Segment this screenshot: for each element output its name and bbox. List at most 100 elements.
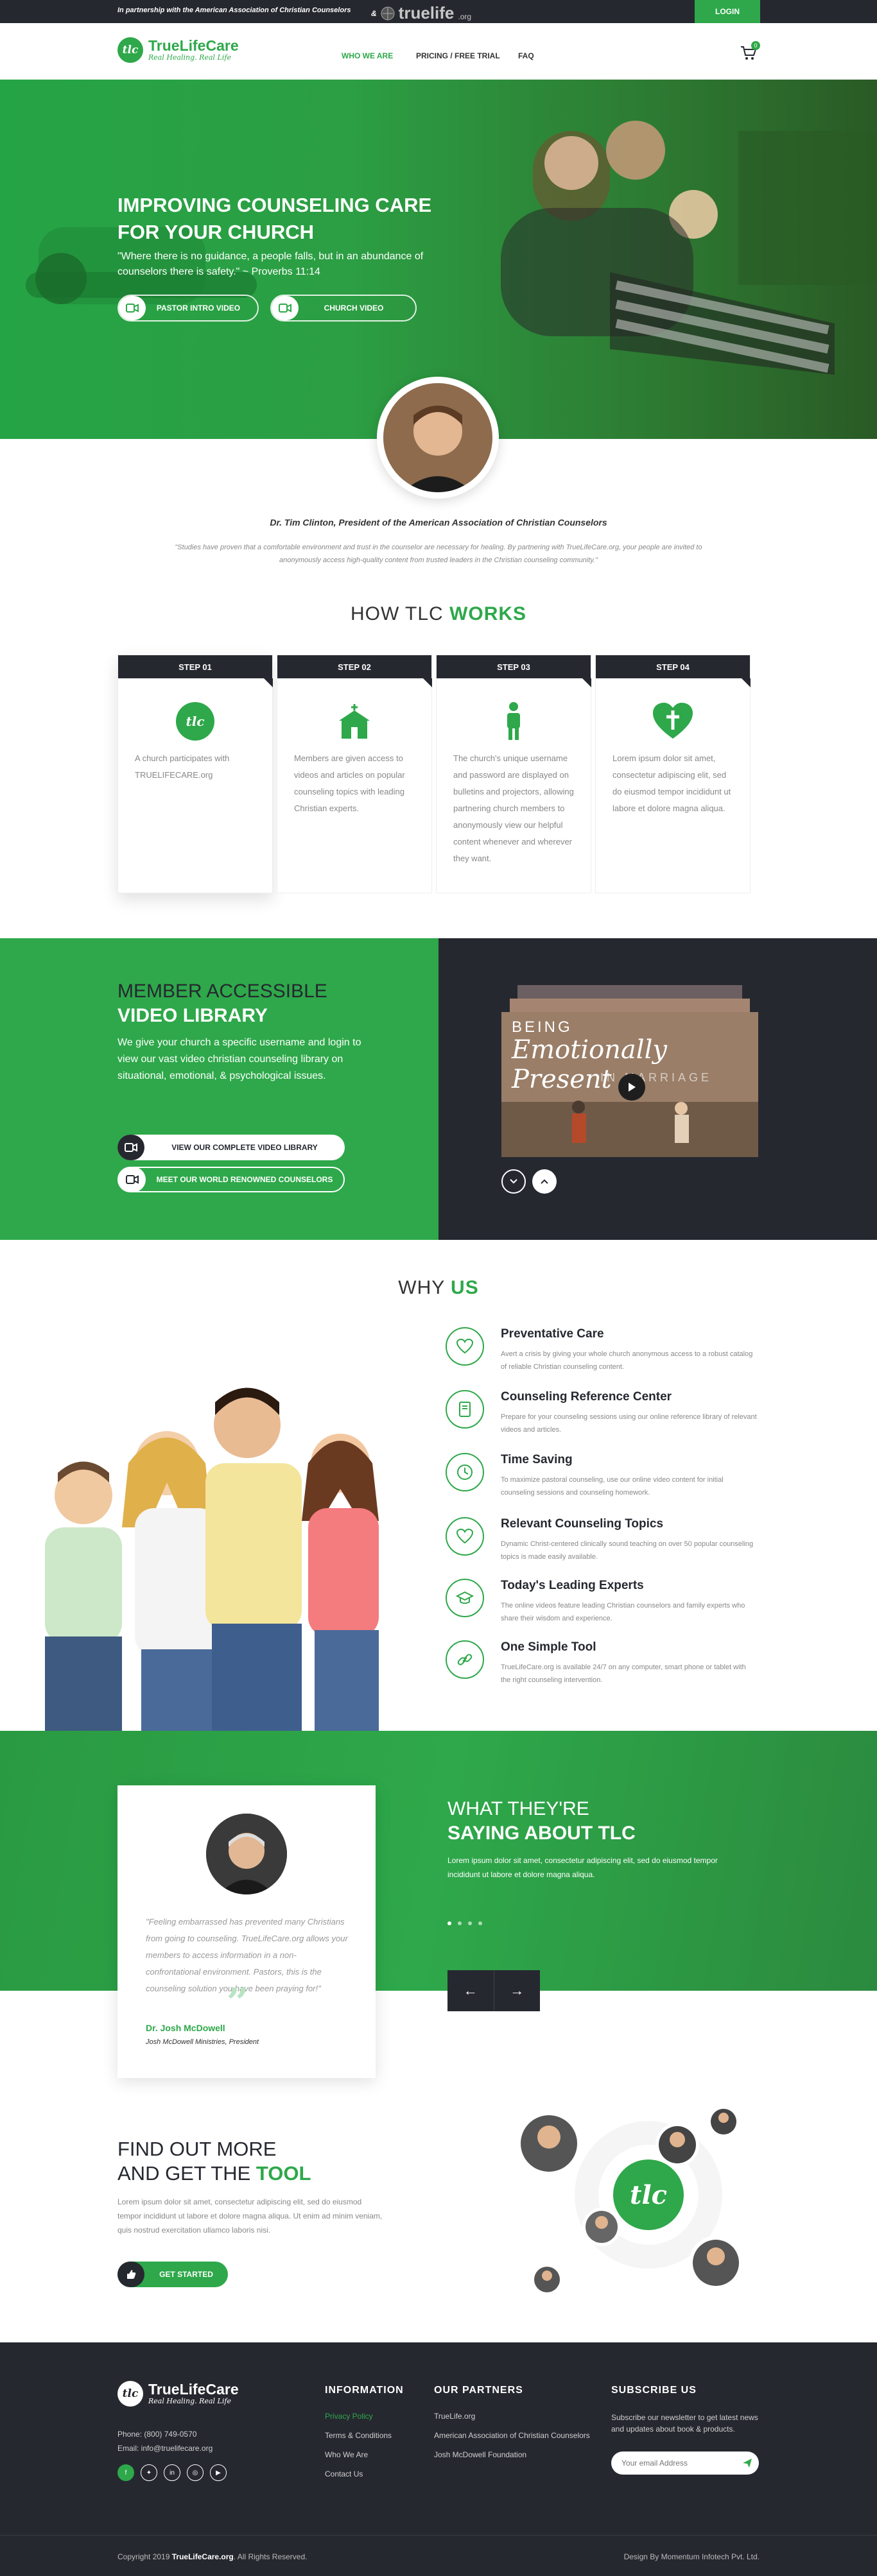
fom-title-b: AND GET THE bbox=[117, 2162, 256, 2185]
design-credit: Design By Momentum Infotech Pvt. Ltd. bbox=[623, 2552, 760, 2561]
footer-link-terms[interactable]: Terms & Conditions bbox=[325, 2431, 392, 2440]
footer-brand-logo[interactable]: tlc TrueLifeCare Real Healing. Real Life bbox=[117, 2381, 239, 2407]
newsletter-email-input[interactable] bbox=[621, 2459, 724, 2468]
how-title-accent: WORKS bbox=[449, 603, 527, 624]
brand-name: TrueLifeCare bbox=[148, 37, 239, 54]
thumbs-up-icon bbox=[117, 2262, 144, 2287]
truelife-logo-suffix: .org bbox=[458, 12, 472, 21]
link-icon bbox=[446, 1640, 484, 1679]
play-icon[interactable] bbox=[618, 1074, 645, 1101]
footer-information-title: INFORMATION bbox=[325, 2385, 404, 2396]
video-title-line3: IN MARRIAGE bbox=[600, 1071, 713, 1084]
graduation-cap-icon bbox=[446, 1579, 484, 1617]
intro-quote-text: "Studies have proven that a comfortable … bbox=[175, 544, 702, 564]
cart-button[interactable]: 0 bbox=[740, 41, 760, 63]
tlc-center-badge: tlc bbox=[630, 2180, 667, 2210]
why-item-text: To maximize pastoral counseling, use our… bbox=[501, 1476, 724, 1497]
footer-link-privacy[interactable]: Privacy Policy bbox=[325, 2412, 373, 2421]
nav-faq[interactable]: FAQ bbox=[518, 51, 534, 60]
footer-partner-mcdowell[interactable]: Josh McDowell Foundation bbox=[434, 2450, 526, 2459]
hero-title-line2: FOR YOUR CHURCH bbox=[117, 221, 314, 243]
why-item-title: Preventative Care bbox=[501, 1327, 604, 1341]
pagination-dot[interactable] bbox=[458, 1921, 462, 1925]
pagination-dot[interactable] bbox=[447, 1921, 451, 1925]
copyright-text-a: Copyright 2019 bbox=[117, 2552, 172, 2561]
step-label: STEP 04 bbox=[596, 655, 751, 687]
footer-link-contact[interactable]: Contact Us bbox=[325, 2469, 363, 2478]
church-icon bbox=[332, 699, 377, 744]
meet-counselors-button[interactable]: MEET OUR WORLD RENOWNED COUNSELORS bbox=[117, 1167, 345, 1192]
login-button[interactable]: LOGIN bbox=[695, 0, 760, 23]
step-card-1: STEP 01 tlc A church participates with T… bbox=[117, 655, 273, 893]
tlc-badge-icon: tlc bbox=[173, 699, 218, 744]
copyright-text: Copyright 2019 TrueLifeCare.org. All Rig… bbox=[117, 2552, 307, 2561]
tlc-badge-icon: tlc bbox=[117, 2381, 143, 2407]
why-item-text: TrueLifeCare.org is available 24/7 on an… bbox=[501, 1663, 746, 1684]
find-out-more-text: Lorem ipsum dolor sit amet, consectetur … bbox=[117, 2197, 383, 2235]
youtube-icon[interactable]: ▶ bbox=[210, 2464, 227, 2481]
video-next-button[interactable] bbox=[532, 1169, 557, 1194]
video-library-section: MEMBER ACCESSIBLE VIDEO LIBRARY We give y… bbox=[0, 938, 438, 1240]
why-item-title: Counseling Reference Center bbox=[501, 1390, 672, 1404]
video-library-title: MEMBER ACCESSIBLE VIDEO LIBRARY bbox=[117, 979, 327, 1028]
testimonial-pagination bbox=[447, 1921, 482, 1925]
footer-link-who-we-are[interactable]: Who We Are bbox=[325, 2450, 368, 2459]
testimonials-title-b: SAYING ABOUT TLC bbox=[447, 1823, 636, 1844]
arrow-right-icon[interactable]: → bbox=[494, 1970, 541, 2011]
pagination-dot[interactable] bbox=[468, 1921, 472, 1925]
hero-title-line1: IMPROVING COUNSELING CARE bbox=[117, 194, 432, 216]
church-video-label: CHURCH VIDEO bbox=[324, 304, 384, 313]
twitter-icon[interactable]: ✦ bbox=[141, 2464, 157, 2481]
testimonial-arrows: ← → bbox=[447, 1970, 540, 2011]
testimonial-card: "Feeling embarrassed has prevented many … bbox=[117, 1785, 376, 2078]
instagram-icon[interactable]: ◎ bbox=[187, 2464, 204, 2481]
footer-brand-tagline: Real Healing. Real Life bbox=[148, 2397, 231, 2405]
send-icon[interactable] bbox=[736, 2451, 759, 2475]
cart-count-badge: 0 bbox=[751, 41, 760, 50]
step-text: The church's unique username and passwor… bbox=[453, 753, 574, 863]
how-tlc-works-title: HOW TLC WORKS bbox=[0, 603, 877, 625]
quote-mark-icon: ” bbox=[227, 1980, 249, 2025]
testimonials-text: Lorem ipsum dolor sit amet, consectetur … bbox=[447, 1856, 718, 1879]
hero-quote: "Where there is no guidance, a people fa… bbox=[117, 251, 424, 277]
arrow-left-icon[interactable]: ← bbox=[447, 1970, 494, 2011]
why-us-title: WHY US bbox=[0, 1277, 877, 1299]
footer-partner-truelife[interactable]: TrueLife.org bbox=[434, 2412, 475, 2421]
fom-title-c: TOOL bbox=[256, 2162, 311, 2185]
dr-tim-clinton-avatar bbox=[377, 377, 499, 499]
video-camera-icon bbox=[119, 1167, 146, 1192]
video-camera-icon bbox=[272, 296, 299, 320]
step-label: STEP 01 bbox=[118, 655, 273, 687]
why-title-part: WHY bbox=[398, 1277, 451, 1298]
video-library-text: We give your church a specific username … bbox=[117, 1037, 361, 1081]
step-label: STEP 03 bbox=[437, 655, 591, 687]
video-camera-icon bbox=[119, 296, 146, 320]
get-started-button[interactable]: GET STARTED bbox=[117, 2262, 228, 2287]
why-item-title: Time Saving bbox=[501, 1453, 573, 1466]
video-title-line1: BEING bbox=[512, 1018, 573, 1036]
step-card-3: STEP 03 The church's unique username and… bbox=[436, 655, 591, 893]
tlc-badge-icon: tlc bbox=[117, 37, 143, 63]
site-header: tlc TrueLifeCare Real Healing. Real Life… bbox=[0, 23, 877, 80]
truelife-logo[interactable]: & truelife .org bbox=[371, 3, 471, 23]
nav-who-we-are[interactable]: WHO WE ARE bbox=[342, 51, 393, 60]
facebook-icon[interactable]: f bbox=[117, 2464, 134, 2481]
pastor-intro-video-button[interactable]: PASTOR INTRO VIDEO bbox=[117, 295, 259, 322]
featured-video-thumbnail[interactable]: BEING Emotionally Present IN MARRIAGE bbox=[501, 1012, 758, 1157]
svg-text:tlc: tlc bbox=[186, 714, 204, 729]
heart-cross-icon bbox=[650, 699, 695, 744]
view-video-library-button[interactable]: VIEW OUR COMPLETE VIDEO LIBRARY bbox=[117, 1135, 345, 1160]
why-item-title: Relevant Counseling Topics bbox=[501, 1517, 664, 1531]
pagination-dot[interactable] bbox=[478, 1921, 482, 1925]
hero-title: IMPROVING COUNSELING CARE FOR YOUR CHURCH bbox=[117, 192, 431, 246]
footer-partner-aacc[interactable]: American Association of Christian Counse… bbox=[434, 2431, 590, 2440]
nav-pricing[interactable]: PRICING / FREE TRIAL bbox=[416, 51, 500, 60]
video-prev-button[interactable] bbox=[501, 1169, 526, 1194]
brand-logo[interactable]: tlc TrueLifeCare Real Healing. Real Life bbox=[117, 37, 239, 63]
happy-family-photo bbox=[45, 1387, 379, 1731]
footer-email[interactable]: Email: info@truelifecare.org bbox=[117, 2444, 213, 2453]
why-title-accent: US bbox=[451, 1277, 479, 1298]
church-video-button[interactable]: CHURCH VIDEO bbox=[270, 295, 417, 322]
linkedin-icon[interactable]: in bbox=[164, 2464, 180, 2481]
why-item-text: Avert a crisis by giving your whole chur… bbox=[501, 1350, 753, 1371]
